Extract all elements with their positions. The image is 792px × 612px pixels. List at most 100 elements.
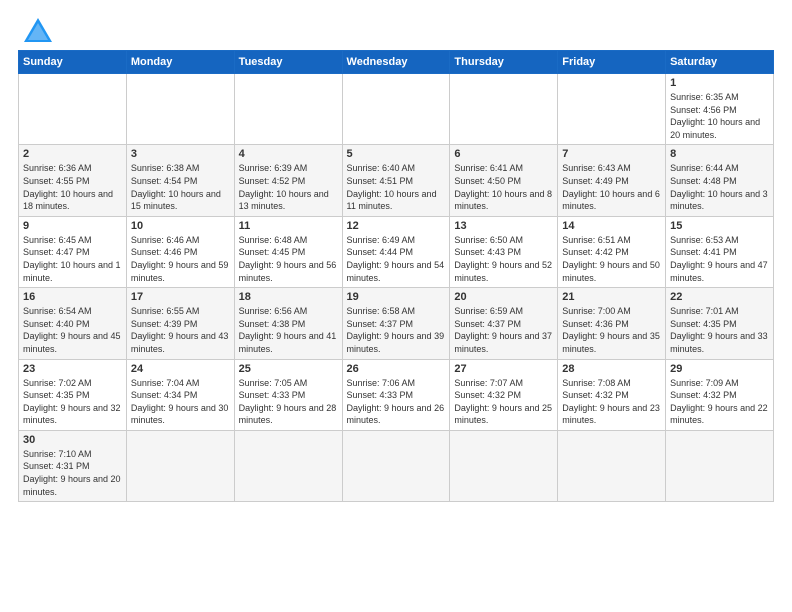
calendar-cell: 20 Sunrise: 6:59 AM Sunset: 4:37 PM Dayli… [450, 288, 558, 359]
calendar: SundayMondayTuesdayWednesdayThursdayFrid… [18, 50, 774, 502]
calendar-cell [234, 430, 342, 501]
calendar-cell: 19 Sunrise: 6:58 AM Sunset: 4:37 PM Dayli… [342, 288, 450, 359]
day-number: 19 [347, 291, 446, 303]
day-number: 25 [239, 363, 338, 375]
day-info: Sunrise: 7:04 AM Sunset: 4:34 PM Dayligh… [131, 377, 230, 427]
calendar-cell [126, 74, 234, 145]
day-number: 12 [347, 220, 446, 232]
day-info: Sunrise: 6:48 AM Sunset: 4:45 PM Dayligh… [239, 234, 338, 284]
day-number: 6 [454, 148, 553, 160]
day-number: 11 [239, 220, 338, 232]
day-number: 27 [454, 363, 553, 375]
day-info: Sunrise: 7:06 AM Sunset: 4:33 PM Dayligh… [347, 377, 446, 427]
calendar-cell: 14Sunrise: 6:51 AM Sunset: 4:42 PM Dayli… [558, 216, 666, 287]
day-info: Sunrise: 7:09 AM Sunset: 4:32 PM Dayligh… [670, 377, 769, 427]
calendar-cell [558, 74, 666, 145]
calendar-cell: 11 Sunrise: 6:48 AM Sunset: 4:45 PM Dayli… [234, 216, 342, 287]
calendar-cell: 7 Sunrise: 6:43 AM Sunset: 4:49 PM Daylig… [558, 145, 666, 216]
day-number: 10 [131, 220, 230, 232]
day-number: 4 [239, 148, 338, 160]
day-number: 20 [454, 291, 553, 303]
day-number: 18 [239, 291, 338, 303]
day-number: 24 [131, 363, 230, 375]
calendar-cell: 17Sunrise: 6:55 AM Sunset: 4:39 PM Dayli… [126, 288, 234, 359]
day-header-saturday: Saturday [666, 51, 774, 74]
calendar-cell: 22 Sunrise: 7:01 AM Sunset: 4:35 PM Dayli… [666, 288, 774, 359]
logo-icon [24, 18, 52, 42]
calendar-cell [342, 74, 450, 145]
calendar-cell: 4Sunrise: 6:39 AM Sunset: 4:52 PM Daylig… [234, 145, 342, 216]
logo [18, 18, 52, 42]
calendar-cell: 12 Sunrise: 6:49 AM Sunset: 4:44 PM Dayli… [342, 216, 450, 287]
week-row-6: 30Sunrise: 7:10 AM Sunset: 4:31 PM Dayli… [19, 430, 774, 501]
calendar-cell: 30Sunrise: 7:10 AM Sunset: 4:31 PM Dayli… [19, 430, 127, 501]
day-info: Sunrise: 7:01 AM Sunset: 4:35 PM Dayligh… [670, 305, 769, 355]
day-info: Sunrise: 6:38 AM Sunset: 4:54 PM Dayligh… [131, 162, 230, 212]
day-info: Sunrise: 7:02 AM Sunset: 4:35 PM Dayligh… [23, 377, 122, 427]
day-info: Sunrise: 6:56 AM Sunset: 4:38 PM Dayligh… [239, 305, 338, 355]
day-number: 16 [23, 291, 122, 303]
calendar-cell: 16 Sunrise: 6:54 AM Sunset: 4:40 PM Dayli… [19, 288, 127, 359]
calendar-cell [558, 430, 666, 501]
day-number: 5 [347, 148, 446, 160]
calendar-cell: 23Sunrise: 7:02 AM Sunset: 4:35 PM Dayli… [19, 359, 127, 430]
day-info: Sunrise: 7:05 AM Sunset: 4:33 PM Dayligh… [239, 377, 338, 427]
day-number: 8 [670, 148, 769, 160]
week-row-1: 1Sunrise: 6:35 AM Sunset: 4:56 PM Daylig… [19, 74, 774, 145]
calendar-cell: 29 Sunrise: 7:09 AM Sunset: 4:32 PM Dayli… [666, 359, 774, 430]
calendar-cell: 2 Sunrise: 6:36 AM Sunset: 4:55 PM Daylig… [19, 145, 127, 216]
day-info: Sunrise: 6:36 AM Sunset: 4:55 PM Dayligh… [23, 162, 122, 212]
day-number: 14 [562, 220, 661, 232]
day-number: 26 [347, 363, 446, 375]
calendar-cell [450, 74, 558, 145]
day-number: 3 [131, 148, 230, 160]
day-info: Sunrise: 7:00 AM Sunset: 4:36 PM Dayligh… [562, 305, 661, 355]
calendar-cell: 13Sunrise: 6:50 AM Sunset: 4:43 PM Dayli… [450, 216, 558, 287]
calendar-cell: 5 Sunrise: 6:40 AM Sunset: 4:51 PM Daylig… [342, 145, 450, 216]
week-row-3: 9 Sunrise: 6:45 AM Sunset: 4:47 PM Daylig… [19, 216, 774, 287]
day-header-monday: Monday [126, 51, 234, 74]
week-row-2: 2 Sunrise: 6:36 AM Sunset: 4:55 PM Daylig… [19, 145, 774, 216]
calendar-cell: 24 Sunrise: 7:04 AM Sunset: 4:34 PM Dayli… [126, 359, 234, 430]
day-number: 7 [562, 148, 661, 160]
week-row-5: 23Sunrise: 7:02 AM Sunset: 4:35 PM Dayli… [19, 359, 774, 430]
day-number: 29 [670, 363, 769, 375]
calendar-cell: 10 Sunrise: 6:46 AM Sunset: 4:46 PM Dayli… [126, 216, 234, 287]
day-info: Sunrise: 6:40 AM Sunset: 4:51 PM Dayligh… [347, 162, 446, 212]
calendar-cell: 3 Sunrise: 6:38 AM Sunset: 4:54 PM Daylig… [126, 145, 234, 216]
calendar-cell: 25 Sunrise: 7:05 AM Sunset: 4:33 PM Dayli… [234, 359, 342, 430]
day-info: Sunrise: 6:46 AM Sunset: 4:46 PM Dayligh… [131, 234, 230, 284]
day-info: Sunrise: 7:07 AM Sunset: 4:32 PM Dayligh… [454, 377, 553, 427]
page: SundayMondayTuesdayWednesdayThursdayFrid… [0, 0, 792, 612]
day-number: 9 [23, 220, 122, 232]
calendar-cell [126, 430, 234, 501]
day-info: Sunrise: 6:59 AM Sunset: 4:37 PM Dayligh… [454, 305, 553, 355]
calendar-cell [234, 74, 342, 145]
day-number: 13 [454, 220, 553, 232]
day-info: Sunrise: 6:58 AM Sunset: 4:37 PM Dayligh… [347, 305, 446, 355]
day-info: Sunrise: 6:45 AM Sunset: 4:47 PM Dayligh… [23, 234, 122, 284]
day-info: Sunrise: 6:55 AM Sunset: 4:39 PM Dayligh… [131, 305, 230, 355]
calendar-cell [450, 430, 558, 501]
day-info: Sunrise: 6:49 AM Sunset: 4:44 PM Dayligh… [347, 234, 446, 284]
day-info: Sunrise: 6:35 AM Sunset: 4:56 PM Dayligh… [670, 91, 769, 141]
day-number: 30 [23, 434, 122, 446]
calendar-cell: 15Sunrise: 6:53 AM Sunset: 4:41 PM Dayli… [666, 216, 774, 287]
day-number: 22 [670, 291, 769, 303]
day-header-friday: Friday [558, 51, 666, 74]
calendar-cell: 21 Sunrise: 7:00 AM Sunset: 4:36 PM Dayli… [558, 288, 666, 359]
day-number: 21 [562, 291, 661, 303]
day-number: 2 [23, 148, 122, 160]
calendar-cell: 18 Sunrise: 6:56 AM Sunset: 4:38 PM Dayli… [234, 288, 342, 359]
day-number: 28 [562, 363, 661, 375]
calendar-cell [342, 430, 450, 501]
calendar-cell [666, 430, 774, 501]
day-info: Sunrise: 6:41 AM Sunset: 4:50 PM Dayligh… [454, 162, 553, 212]
calendar-cell: 6 Sunrise: 6:41 AM Sunset: 4:50 PM Daylig… [450, 145, 558, 216]
day-info: Sunrise: 6:43 AM Sunset: 4:49 PM Dayligh… [562, 162, 661, 212]
calendar-cell: 9 Sunrise: 6:45 AM Sunset: 4:47 PM Daylig… [19, 216, 127, 287]
week-row-4: 16 Sunrise: 6:54 AM Sunset: 4:40 PM Dayli… [19, 288, 774, 359]
day-info: Sunrise: 7:08 AM Sunset: 4:32 PM Dayligh… [562, 377, 661, 427]
day-info: Sunrise: 6:54 AM Sunset: 4:40 PM Dayligh… [23, 305, 122, 355]
day-info: Sunrise: 6:44 AM Sunset: 4:48 PM Dayligh… [670, 162, 769, 212]
